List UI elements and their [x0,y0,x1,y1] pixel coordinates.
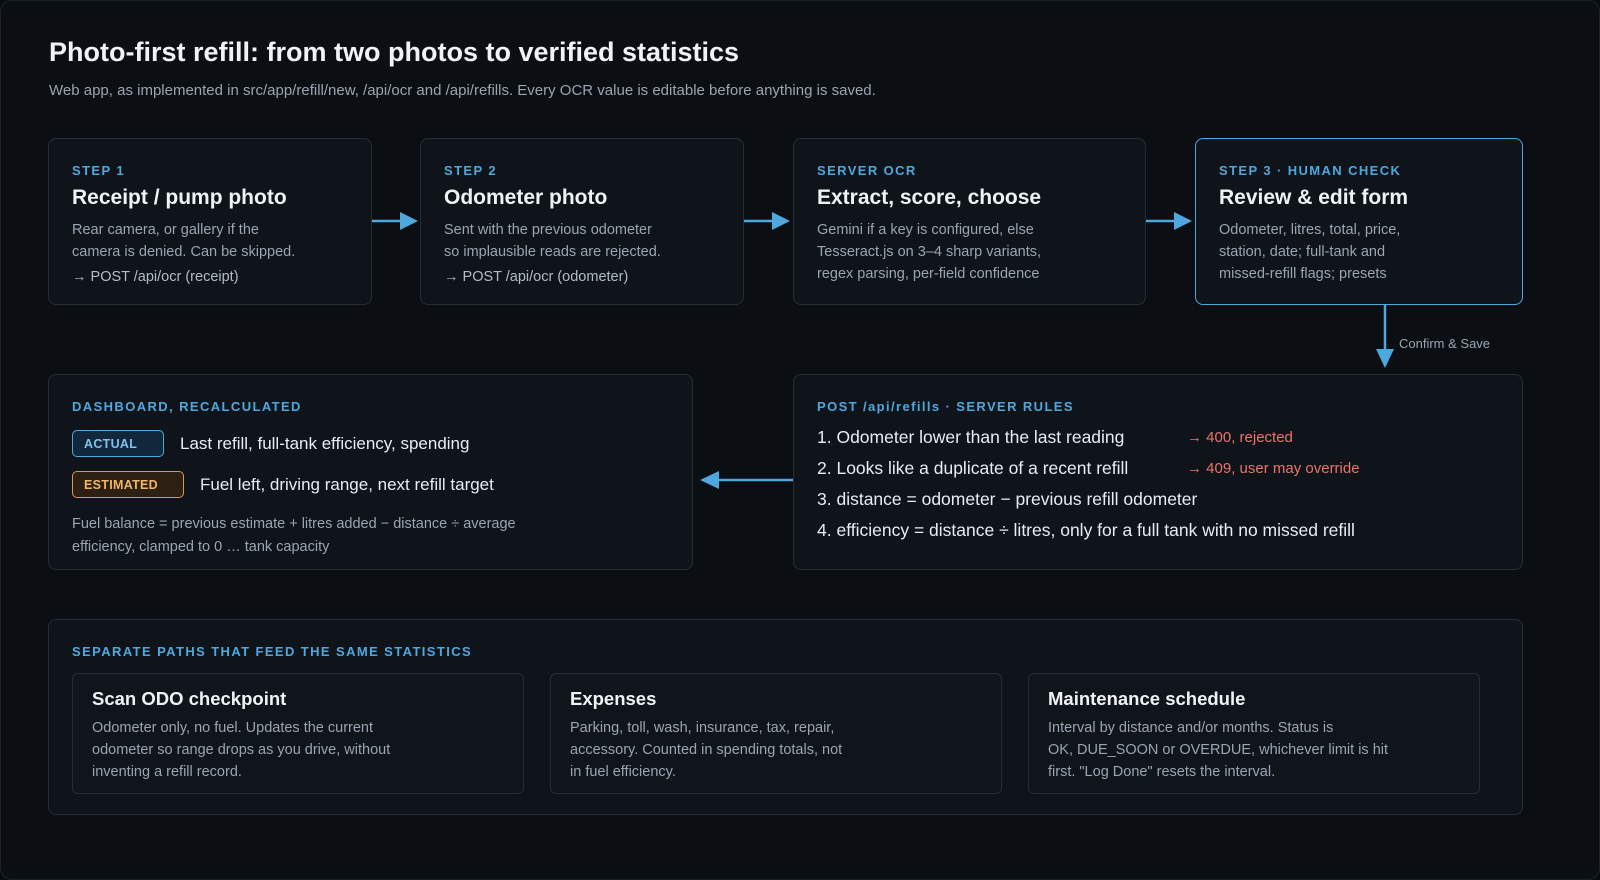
step-title: Extract, score, choose [817,186,1042,209]
actual-metrics-row: ACTUAL Last refill, full-tank efficiency… [72,430,469,457]
path-title: Scan ODO checkpoint [92,688,287,709]
confirm-save-label: Confirm & Save [1399,336,1491,351]
path-description: Parking, toll, wash, insurance, tax, rep… [570,720,843,780]
arrow-right-icon [744,212,790,230]
diagram-frame: Photo-first refill: from two photos to v… [0,0,1600,880]
step-description: Gemini if a key is configured, else Tess… [817,222,1042,282]
path-card-maintenance: Maintenance schedule Interval by distanc… [1028,673,1480,794]
step-label: STEP 3 · HUMAN CHECK [1219,163,1402,178]
step-odometer-photo-card: STEP 2 Odometer photo Sent with the prev… [420,138,744,305]
step-label: STEP 2 [444,163,497,178]
path-card-expenses: Expenses Parking, toll, wash, insurance,… [550,673,1002,794]
page-subtitle: Web app, as implemented in src/app/refil… [49,82,876,99]
arrow-right-icon [372,212,418,230]
rule-item: 3. distance = odometer − previous refill… [817,489,1198,509]
arrow-left-icon [700,471,793,489]
separate-paths-label: SEPARATE PATHS THAT FEED THE SAME STATIS… [72,644,473,659]
step-title: Odometer photo [444,186,608,209]
step-receipt-photo-card: STEP 1 Receipt / pump photo Rear camera,… [48,138,372,305]
step-description: Sent with the previous odometer so impla… [444,222,661,260]
fuel-balance-note: Fuel balance = previous estimate + litre… [72,516,516,555]
separate-paths-section: SEPARATE PATHS THAT FEED THE SAME STATIS… [48,619,1523,815]
step-title: Receipt / pump photo [72,186,287,209]
step-api-call: → POST /api/ocr (receipt) [72,269,239,285]
step-description: Odometer, litres, total, price, station,… [1219,222,1401,282]
step-api-call: → POST /api/ocr (odometer) [444,269,629,285]
rule-item: 1. Odometer lower than the last reading [817,427,1125,447]
step-label: SERVER OCR [817,163,917,178]
path-title: Expenses [570,688,657,709]
arrow-right-icon [1146,212,1192,230]
actual-metrics-text: Last refill, full-tank efficiency, spend… [180,433,470,453]
step-review-form-card: STEP 3 · HUMAN CHECK Review & edit form … [1195,138,1523,305]
rule-result: → 400, rejected [1187,429,1293,446]
step-label: STEP 1 [72,163,125,178]
actual-badge: ACTUAL [72,430,164,457]
path-description: Odometer only, no fuel. Updates the curr… [92,720,391,780]
path-card-scan-odo: Scan ODO checkpoint Odometer only, no fu… [72,673,524,794]
rule-result: → 409, user may override [1187,460,1360,477]
rule-item: 4. efficiency = distance ÷ litres, only … [817,520,1355,540]
server-rules-card: POST /api/refills · SERVER RULES 1. Odom… [793,374,1523,570]
step-title: Review & edit form [1219,186,1409,209]
dashboard-card: DASHBOARD, RECALCULATED ACTUAL Last refi… [48,374,693,570]
path-description: Interval by distance and/or months. Stat… [1048,720,1389,780]
arrow-down-icon [1376,305,1394,368]
server-rules-label: POST /api/refills · SERVER RULES [817,399,1074,414]
path-title: Maintenance schedule [1048,688,1246,709]
estimated-metrics-text: Fuel left, driving range, next refill ta… [200,474,494,494]
step-server-ocr-card: SERVER OCR Extract, score, choose Gemini… [793,138,1146,305]
estimated-metrics-row: ESTIMATED Fuel left, driving range, next… [72,471,494,498]
step-description: Rear camera, or gallery if the camera is… [72,222,296,260]
rule-item: 2. Looks like a duplicate of a recent re… [817,458,1129,478]
dashboard-label: DASHBOARD, RECALCULATED [72,399,302,414]
page-title: Photo-first refill: from two photos to v… [49,37,740,67]
estimated-badge: ESTIMATED [72,471,184,498]
